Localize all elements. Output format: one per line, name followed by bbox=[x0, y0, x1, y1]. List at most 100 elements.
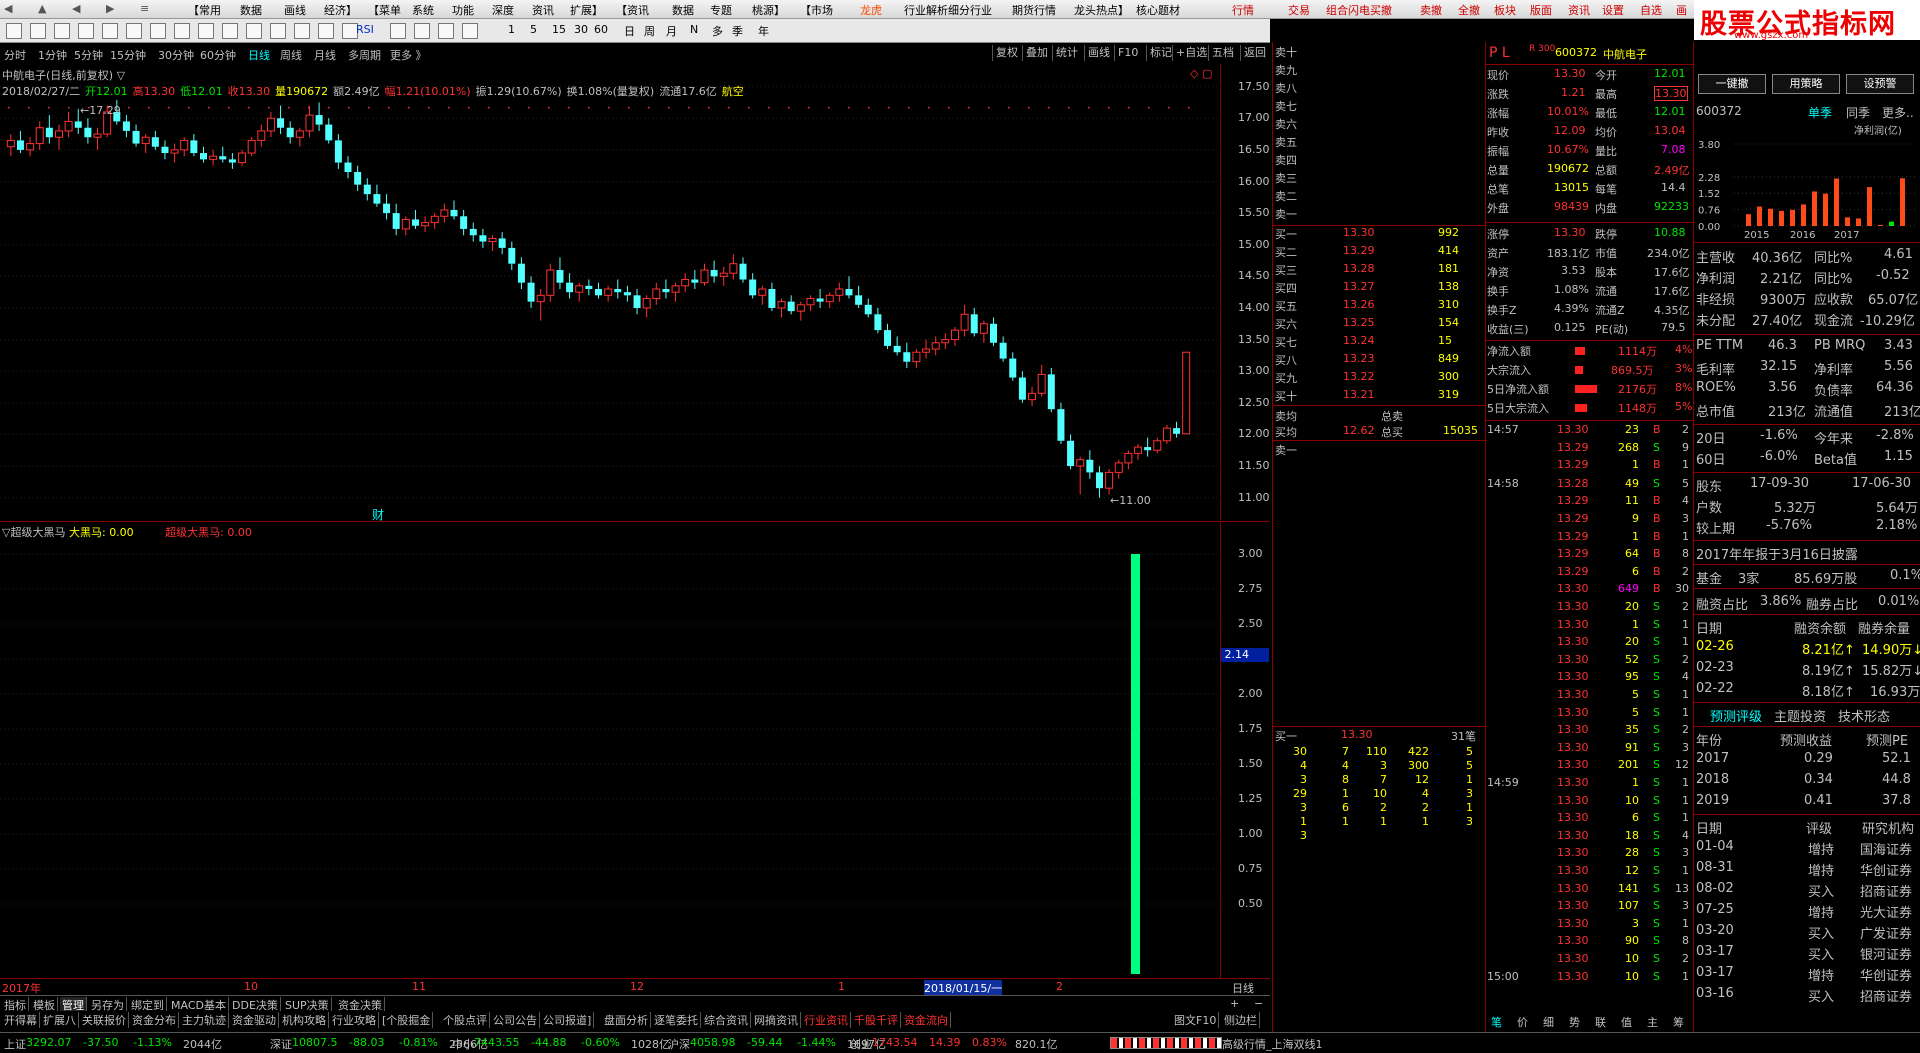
menu-nav-icon[interactable]: ▲ bbox=[38, 2, 46, 15]
forecast-tab[interactable]: 技术形态 bbox=[1838, 706, 1890, 725]
tool-icon[interactable] bbox=[390, 23, 406, 39]
season-tab[interactable]: 单季 bbox=[1808, 104, 1832, 121]
feature-tab[interactable]: 资金分布 bbox=[130, 1012, 179, 1028]
chart-button[interactable]: 五档 bbox=[1208, 45, 1237, 61]
menu-item[interactable]: 组合闪电 bbox=[1326, 2, 1370, 18]
toolbar-label[interactable]: 60 bbox=[594, 23, 608, 36]
indicator-chart[interactable]: ▽超级大黑马 大黑马: 0.00 超级大黑马: 0.00 3.00 2.75 2.5… bbox=[0, 521, 1270, 978]
toolbar-label[interactable]: 周 bbox=[644, 23, 655, 39]
feature-tab[interactable]: 综合资讯 bbox=[702, 1012, 751, 1028]
tool-icon[interactable] bbox=[198, 23, 214, 39]
menu-item[interactable]: 数据 bbox=[240, 2, 262, 18]
detail-tab[interactable]: 细 bbox=[1543, 1014, 1554, 1030]
toolbar-label[interactable]: N bbox=[690, 23, 698, 36]
period-tab[interactable]: 多周期 bbox=[348, 47, 381, 63]
feature-tab[interactable]: 机构攻略 bbox=[280, 1012, 329, 1028]
toolbar-label[interactable]: 5 bbox=[530, 23, 537, 36]
menu-item[interactable]: 【菜单 bbox=[368, 2, 401, 18]
period-tab[interactable]: 5分钟 bbox=[74, 47, 103, 63]
chart-button[interactable]: 叠加 bbox=[1022, 45, 1051, 61]
menu-item[interactable]: 核心题材 bbox=[1136, 2, 1180, 18]
feature-tab[interactable]: 盘面分析 bbox=[602, 1012, 651, 1028]
chart-button[interactable]: 复权 bbox=[992, 45, 1021, 61]
forecast-tab[interactable]: 预测评级 bbox=[1710, 706, 1762, 725]
zoom-out-button[interactable]: − bbox=[1252, 997, 1265, 1010]
chart-button[interactable]: F10 bbox=[1114, 45, 1141, 61]
detail-tab[interactable]: 联 bbox=[1595, 1014, 1606, 1030]
feature-tab[interactable]: 扩展八 bbox=[41, 1012, 79, 1028]
feature-tab[interactable]: 资金驱动 bbox=[230, 1012, 279, 1028]
menu-item[interactable]: 细分行业 bbox=[948, 2, 992, 18]
menu-item[interactable]: 【市场 bbox=[800, 2, 833, 18]
menu-item[interactable]: 功能 bbox=[452, 2, 474, 18]
feature-tab[interactable]: 行业资讯 bbox=[802, 1012, 851, 1028]
forecast-tab[interactable]: 主题投资 bbox=[1774, 706, 1826, 725]
period-tab[interactable]: 日线 bbox=[248, 47, 270, 63]
toolbar-label[interactable]: 多 bbox=[712, 23, 723, 39]
menu-item[interactable]: 资讯 bbox=[532, 2, 554, 18]
menu-item[interactable]: 设置 bbox=[1602, 2, 1624, 18]
menu-item[interactable]: 龙头热点】 bbox=[1074, 2, 1129, 18]
menu-item[interactable]: 资讯 bbox=[1568, 2, 1590, 18]
detail-tab[interactable]: 势 bbox=[1569, 1014, 1580, 1030]
chart-button[interactable]: 标记 bbox=[1146, 45, 1175, 61]
feature-tab[interactable]: 开得幕 bbox=[2, 1012, 40, 1028]
feature-tab[interactable]: 公司公告 bbox=[491, 1012, 540, 1028]
menu-item[interactable]: 数据 bbox=[672, 2, 694, 18]
toolbar-label[interactable]: 月 bbox=[666, 23, 677, 39]
tool-icon[interactable] bbox=[438, 23, 454, 39]
toolbar-label[interactable]: 15 bbox=[552, 23, 566, 36]
sidebar-tab[interactable]: 侧边栏 bbox=[1222, 1012, 1260, 1028]
zoom-in-button[interactable]: + bbox=[1228, 997, 1241, 1010]
toolbar-label[interactable]: 日 bbox=[624, 23, 635, 39]
action-button[interactable]: 用策略 bbox=[1772, 74, 1840, 94]
menu-item[interactable]: 期货行情 bbox=[1012, 2, 1056, 18]
tool-icon[interactable] bbox=[318, 23, 334, 39]
feature-tab[interactable]: [个股掘金 bbox=[380, 1012, 434, 1028]
detail-tab[interactable]: 值 bbox=[1621, 1014, 1632, 1030]
menu-item[interactable]: 卖撤 bbox=[1420, 2, 1442, 18]
tool-icon[interactable] bbox=[102, 23, 118, 39]
feature-tab[interactable]: 公司报道] bbox=[541, 1012, 595, 1028]
period-tab[interactable]: 分时 bbox=[4, 47, 26, 63]
menu-item[interactable]: 扩展】 bbox=[570, 2, 603, 18]
f10-tab[interactable]: 图文F10 bbox=[1172, 1012, 1220, 1028]
menu-item[interactable]: 深度 bbox=[492, 2, 514, 18]
menu-item[interactable]: 画线 bbox=[284, 2, 306, 18]
toolbar-label[interactable]: 1 bbox=[508, 23, 515, 36]
menu-item[interactable]: 行情 bbox=[1232, 2, 1254, 18]
feature-tab[interactable]: 资金流向 bbox=[902, 1012, 951, 1028]
menu-nav-icon[interactable]: ≡ bbox=[140, 2, 149, 15]
period-tab[interactable]: 更多 》 bbox=[390, 47, 427, 63]
chart-button[interactable]: 统计 bbox=[1052, 45, 1081, 61]
tool-icon[interactable] bbox=[174, 23, 190, 39]
period-tab[interactable]: 月线 bbox=[314, 47, 336, 63]
menu-nav-icon[interactable]: ▶ bbox=[106, 2, 114, 15]
feature-tab[interactable]: 主力轨迹 bbox=[180, 1012, 229, 1028]
menu-item[interactable]: 版面 bbox=[1530, 2, 1552, 18]
menu-nav-icon[interactable]: ◀ bbox=[4, 2, 12, 15]
feature-tab[interactable]: 关联报价 bbox=[80, 1012, 129, 1028]
tool-icon[interactable] bbox=[78, 23, 94, 39]
tool-icon[interactable] bbox=[30, 23, 46, 39]
menu-item[interactable]: 【资讯 bbox=[616, 2, 649, 18]
menu-item[interactable]: 龙虎 bbox=[860, 2, 882, 18]
tool-icon[interactable] bbox=[150, 23, 166, 39]
period-tab[interactable]: 30分钟 bbox=[158, 47, 194, 63]
tool-icon[interactable] bbox=[222, 23, 238, 39]
feature-tab[interactable]: 行业攻略 bbox=[330, 1012, 379, 1028]
chart-button[interactable]: 返回 bbox=[1240, 45, 1269, 61]
period-tab[interactable]: 15分钟 bbox=[110, 47, 146, 63]
tool-icon[interactable] bbox=[6, 23, 22, 39]
tool-icon[interactable] bbox=[126, 23, 142, 39]
feature-tab[interactable]: 千股千评 bbox=[852, 1012, 901, 1028]
menu-item[interactable]: 【常用 bbox=[188, 2, 221, 18]
period-tab[interactable]: 周线 bbox=[280, 47, 302, 63]
toolbar-label[interactable]: 季 bbox=[732, 23, 743, 39]
action-button[interactable]: 设预警 bbox=[1846, 74, 1914, 94]
toolbar-label[interactable]: RSI bbox=[356, 23, 374, 36]
period-tab[interactable]: 60分钟 bbox=[200, 47, 236, 63]
menu-item[interactable]: 买撤 bbox=[1370, 2, 1392, 18]
toolbar-label[interactable]: 30 bbox=[574, 23, 588, 36]
tool-icon[interactable] bbox=[414, 23, 430, 39]
